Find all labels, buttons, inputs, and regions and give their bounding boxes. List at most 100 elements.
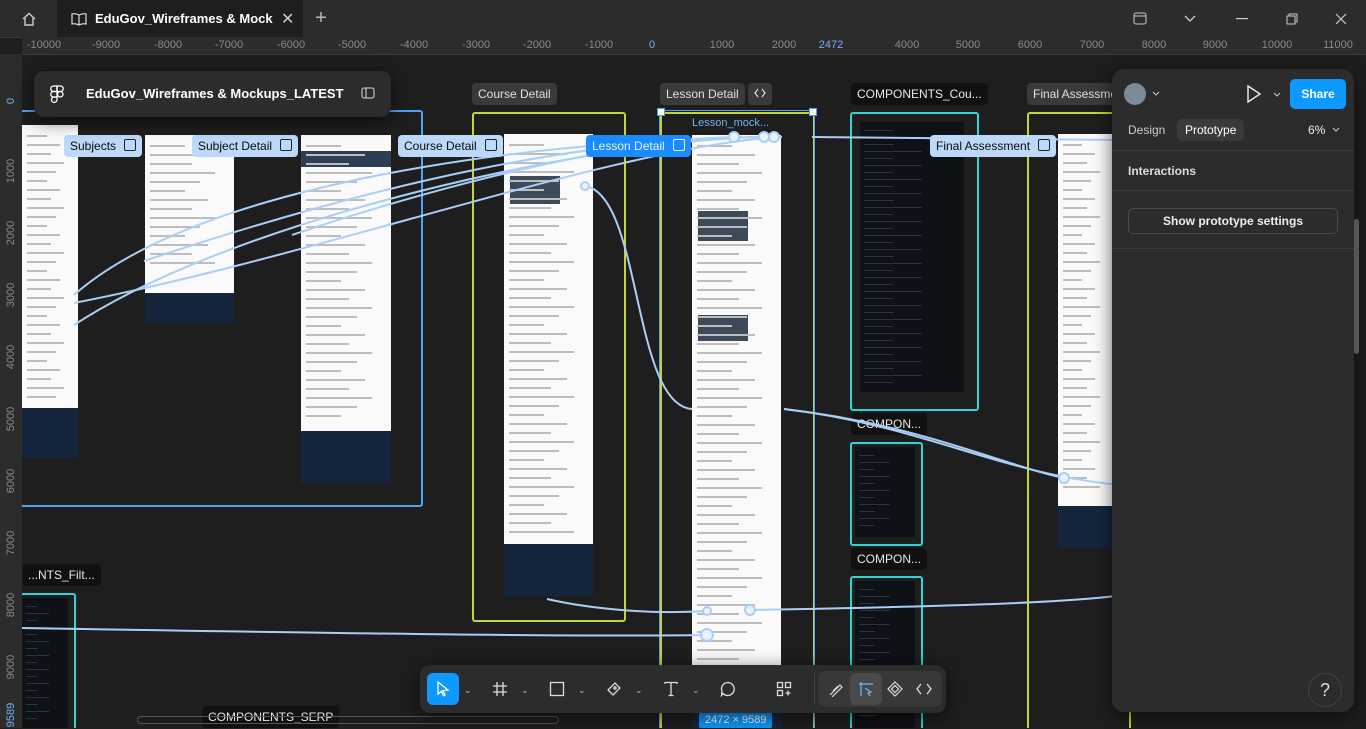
flow-label-final-assessment[interactable]: Final Assessment: [930, 135, 1057, 157]
ruler-tick-label: 9589: [5, 702, 17, 728]
share-button[interactable]: Share: [1290, 79, 1346, 109]
ruler-tick-label: 4000: [5, 344, 17, 370]
flow-label-course-detail-text: Course Detail: [404, 139, 477, 153]
minimize-icon: [1236, 17, 1248, 19]
chevron-down-icon[interactable]: ⌄: [635, 685, 643, 696]
draw-mode-button[interactable]: [820, 673, 852, 705]
selection-size-badge: 2472 × 9589: [699, 712, 773, 728]
vertical-ruler: 0 1000 2000 3000 4000 5000 6000 7000 8000 9000 958…: [0, 54, 23, 728]
diamond-icon: [887, 681, 903, 697]
tab-design[interactable]: Design: [1128, 123, 1165, 137]
design-mode-icon: [859, 682, 873, 697]
chevron-down-icon[interactable]: ⌄: [578, 685, 586, 696]
flow-label-lesson-detail-text: Lesson Detail: [592, 139, 665, 153]
flow-label-final-assessment-text: Final Assessment: [936, 139, 1031, 153]
comment-tool[interactable]: [712, 673, 744, 705]
ruler-tick-label: 5000: [5, 406, 17, 432]
resize-handle[interactable]: [657, 108, 665, 116]
ruler-tick-label: 7000: [5, 530, 17, 556]
chevron-down-icon[interactable]: ⌄: [692, 685, 700, 696]
ruler-tick-label: -9000: [91, 39, 121, 51]
ruler-tick-label: 0: [648, 39, 656, 51]
close-window-button[interactable]: [1316, 0, 1366, 37]
close-tab-icon[interactable]: ✕: [281, 9, 294, 29]
flow-label-subjects-text: Subjects: [70, 139, 117, 153]
frame-tool[interactable]: [484, 673, 516, 705]
ruler-tick-label: -4000: [399, 39, 429, 51]
ruler-tick-label: 10000: [1261, 39, 1293, 51]
horizontal-ruler: -10000 -9000 -8000 -7000 -6000 -5000 -4000 -300…: [22, 37, 1366, 55]
minimize-button[interactable]: [1217, 0, 1267, 37]
ruler-tick-label: 6000: [1017, 39, 1043, 51]
pen-icon: [607, 682, 621, 696]
zoom-level[interactable]: 6%: [1308, 123, 1325, 137]
ruler-tick-label: -8000: [153, 39, 183, 51]
ruler-tick-label: -3000: [461, 39, 491, 51]
interactions-heading: Interactions: [1128, 164, 1197, 178]
ruler-tick-label: 2000: [5, 220, 17, 246]
ruler-tick-label: 0: [5, 97, 17, 105]
shape-tool[interactable]: [541, 673, 573, 705]
tab-prototype[interactable]: Prototype: [1177, 119, 1245, 141]
ruler-tick-label: 5000: [955, 39, 981, 51]
maximize-button[interactable]: [1267, 0, 1317, 37]
file-name[interactable]: EduGov_Wireframes & Mockups_LATEST: [86, 86, 344, 101]
resize-handle[interactable]: [809, 108, 817, 116]
dropdown-button[interactable]: [1165, 0, 1215, 37]
ruler-tick-label: -6000: [276, 39, 306, 51]
file-menu-card[interactable]: EduGov_Wireframes & Mockups_LATEST: [34, 71, 391, 117]
design-mode-button[interactable]: [850, 673, 882, 705]
ruler-tick-label: 4000: [894, 39, 920, 51]
ruler-tick-label: 8000: [5, 592, 17, 618]
flow-label-subjects[interactable]: Subjects: [64, 135, 143, 157]
chevron-down-icon[interactable]: ⌄: [464, 685, 472, 696]
ruler-tick-label: 9000: [5, 654, 17, 680]
divider: [1112, 190, 1354, 191]
ruler-tick-label: 6000: [5, 468, 17, 494]
draw-icon: [829, 684, 843, 697]
dev-mode-button[interactable]: [908, 673, 940, 705]
cursor-icon: [437, 681, 450, 697]
home-button[interactable]: [0, 0, 57, 37]
help-button[interactable]: ?: [1308, 673, 1342, 707]
ruler-tick-label: 11000: [1323, 39, 1353, 51]
ruler-tick-label: 2472: [818, 39, 844, 51]
prototype-mode-button[interactable]: [879, 673, 911, 705]
flow-label-lesson-detail[interactable]: Lesson Detail: [586, 135, 691, 157]
flow-label-subject-detail[interactable]: Subject Detail: [192, 135, 299, 157]
ruler-tick-label: -10000: [26, 39, 62, 51]
rectangle-icon: [549, 681, 565, 697]
components-icon: [776, 681, 792, 697]
title-bar: EduGov_Wireframes & Mockups_l ✕ +: [0, 0, 1366, 38]
sidebar-toggle-button[interactable]: [1115, 0, 1165, 37]
new-tab-button[interactable]: +: [310, 8, 332, 30]
chevron-down-icon[interactable]: ⌄: [521, 685, 529, 696]
chevron-down-icon[interactable]: [1152, 91, 1160, 96]
divider: [1112, 248, 1354, 249]
text-tool[interactable]: [655, 673, 687, 705]
avatar[interactable]: [1124, 83, 1146, 105]
show-prototype-settings-button[interactable]: Show prototype settings: [1128, 208, 1338, 234]
file-tab[interactable]: EduGov_Wireframes & Mockups_l ✕: [57, 0, 303, 37]
bottom-toolbar: ⌄ ⌄ ⌄ ⌄ ⌄: [420, 665, 946, 713]
move-tool[interactable]: [427, 673, 459, 705]
actions-tool[interactable]: [768, 673, 800, 705]
chevron-down-icon[interactable]: [1332, 127, 1340, 132]
pen-tool[interactable]: [598, 673, 630, 705]
horizontal-scrollbar[interactable]: [137, 716, 559, 724]
toolbar-divider: [814, 673, 815, 705]
play-icon[interactable]: [1246, 85, 1262, 103]
code-icon: [916, 683, 932, 695]
flow-label-course-detail[interactable]: Course Detail: [398, 135, 503, 157]
ruler-tick-label: 1000: [709, 39, 735, 51]
flow-start-icon: [484, 139, 497, 151]
panel-scrollbar[interactable]: [1354, 219, 1359, 354]
chevron-down-icon[interactable]: [1273, 92, 1281, 97]
chevron-down-icon: [1184, 15, 1196, 22]
ruler-tick-label: 8000: [1141, 39, 1167, 51]
sidebar-toggle-icon[interactable]: [361, 87, 375, 100]
text-icon: [664, 681, 678, 697]
ruler-tick-label: 7000: [1079, 39, 1105, 51]
properties-panel: Share Design Prototype 6% Interactions S…: [1112, 69, 1359, 712]
ruler-tick-label: 1000: [5, 158, 17, 184]
